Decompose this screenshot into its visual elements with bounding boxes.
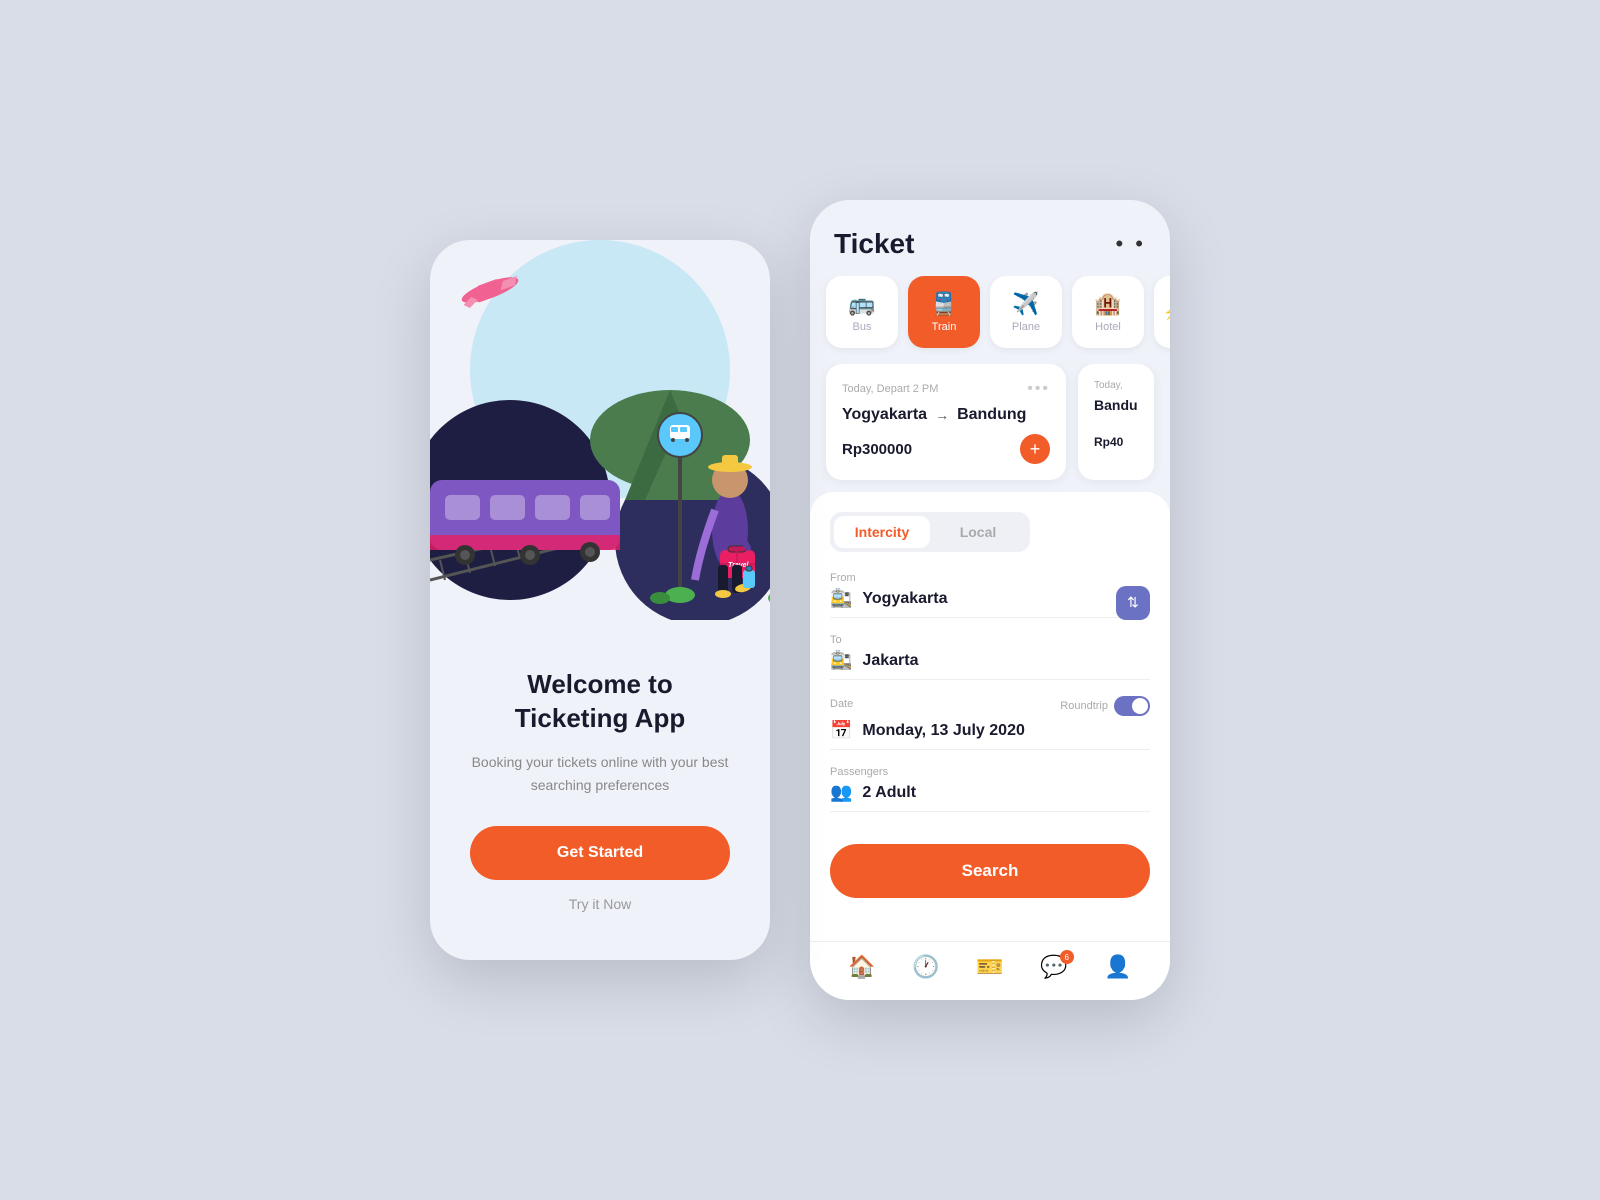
date-value[interactable]: Monday, 13 July 2020 [862, 722, 1150, 740]
cat-tab-plane[interactable]: ✈️ Plane [990, 276, 1062, 348]
cat-tab-train[interactable]: 🚆 Train [908, 276, 980, 348]
arrow-icon-1: → [935, 407, 949, 423]
bus-icon: 🚌 [848, 291, 875, 317]
hotel-icon: 🏨 [1094, 291, 1121, 317]
from-row: 🚉 Yogyakarta ⇅ [830, 588, 1150, 618]
cat-tab-more: ⚡ [1154, 276, 1170, 348]
tab-local[interactable]: Local [930, 516, 1026, 548]
category-tabs: 🚌 Bus 🚆 Train ✈️ Plane 🏨 Hotel ⚡ [810, 276, 1170, 364]
card-price-1: Rp300000 [842, 441, 912, 458]
train-station-icon-to: 🚉 [830, 650, 852, 671]
profile-icon: 👤 [1104, 954, 1131, 980]
ticket-header: Ticket • • [810, 200, 1170, 276]
from-field: From 🚉 Yogyakarta ⇅ [830, 572, 1150, 618]
roundtrip-label: Roundtrip [1060, 700, 1108, 712]
chat-badge: 6 [1060, 950, 1074, 964]
ticket-icon: 🎫 [976, 954, 1003, 980]
cat-tab-bus[interactable]: 🚌 Bus [826, 276, 898, 348]
card-bottom-1: Rp300000 + [842, 434, 1050, 464]
date-row: 📅 Monday, 13 July 2020 [830, 720, 1150, 750]
home-icon: 🏠 [848, 954, 875, 980]
card-top-1: Today, Depart 2 PM ••• [842, 380, 1050, 398]
nav-chat[interactable]: 💬 6 [1040, 954, 1067, 980]
ticket-screen-title: Ticket [834, 228, 914, 260]
passengers-value[interactable]: 2 Adult [862, 784, 1150, 802]
plane-icon: ✈️ [1012, 291, 1039, 317]
card-date-2: Today, [1094, 380, 1138, 391]
from-label: From [830, 572, 1150, 584]
cat-tab-hotel[interactable]: 🏨 Hotel [1072, 276, 1144, 348]
ticket-screen: Ticket • • 🚌 Bus 🚆 Train ✈️ Plane 🏨 Hote… [810, 200, 1170, 1000]
search-section: Intercity Local From 🚉 Yogyakarta ⇅ To 🚉… [810, 492, 1170, 941]
nav-profile[interactable]: 👤 [1104, 954, 1131, 980]
tab-intercity[interactable]: Intercity [834, 516, 930, 548]
date-field: Date Roundtrip 📅 Monday, 13 July 2020 [830, 696, 1150, 750]
swap-button[interactable]: ⇅ [1116, 586, 1150, 620]
cat-label-bus: Bus [853, 321, 872, 333]
recent-ticket-card-2: Today, Bandu Rp40 [1078, 364, 1154, 480]
welcome-title: Welcome to Ticketing App [515, 668, 685, 736]
to-field: To 🚉 Jakarta [830, 634, 1150, 680]
card-to-1: Bandung [957, 406, 1026, 424]
card-menu-1[interactable]: ••• [1027, 380, 1050, 398]
card-price-2: Rp40 [1094, 435, 1138, 449]
more-icon: ⚡ [1163, 304, 1170, 321]
trip-type-tabs: Intercity Local [830, 512, 1030, 552]
date-label: Date [830, 698, 853, 710]
history-icon: 🕐 [912, 954, 939, 980]
welcome-screen: Travel Welcome to Ticketing App Boo [430, 240, 770, 960]
search-button[interactable]: Search [830, 844, 1150, 898]
to-row: 🚉 Jakarta [830, 650, 1150, 680]
passengers-row: 👥 2 Adult [830, 782, 1150, 812]
bottom-nav: 🏠 🕐 🎫 💬 6 👤 [810, 941, 1170, 1000]
train-station-icon-from: 🚉 [830, 588, 852, 609]
card-from-1: Yogyakarta [842, 406, 927, 424]
from-value[interactable]: Yogyakarta [862, 590, 1150, 608]
recent-tickets: Today, Depart 2 PM ••• Yogyakarta → Band… [810, 364, 1170, 492]
to-label: To [830, 634, 1150, 646]
get-started-button[interactable]: Get Started [470, 826, 730, 880]
cat-label-train: Train [932, 321, 957, 333]
passengers-label: Passengers [830, 766, 1150, 778]
train-icon: 🚆 [930, 291, 957, 317]
welcome-subtitle: Booking your tickets online with your be… [460, 751, 740, 796]
card-city-2: Bandu [1094, 397, 1138, 413]
passengers-icon: 👥 [830, 782, 852, 803]
screens-container: Travel Welcome to Ticketing App Boo [430, 200, 1170, 1000]
try-now-button[interactable]: Try it Now [569, 896, 631, 912]
cat-label-hotel: Hotel [1095, 321, 1121, 333]
welcome-illustration: Travel [430, 240, 770, 620]
calendar-icon: 📅 [830, 720, 852, 741]
nav-ticket[interactable]: 🎫 [976, 954, 1003, 980]
recent-ticket-card-1: Today, Depart 2 PM ••• Yogyakarta → Band… [826, 364, 1066, 480]
passengers-field: Passengers 👥 2 Adult [830, 766, 1150, 812]
roundtrip-toggle[interactable] [1114, 696, 1150, 716]
nav-home[interactable]: 🏠 [848, 954, 875, 980]
card-route-1: Yogyakarta → Bandung [842, 406, 1050, 424]
nav-history[interactable]: 🕐 [912, 954, 939, 980]
to-value[interactable]: Jakarta [862, 652, 1150, 670]
welcome-content: Welcome to Ticketing App Booking your ti… [430, 620, 770, 960]
header-menu-dots[interactable]: • • [1115, 231, 1146, 257]
cat-label-plane: Plane [1012, 321, 1040, 333]
card-date-1: Today, Depart 2 PM [842, 383, 938, 395]
card-add-button-1[interactable]: + [1020, 434, 1050, 464]
